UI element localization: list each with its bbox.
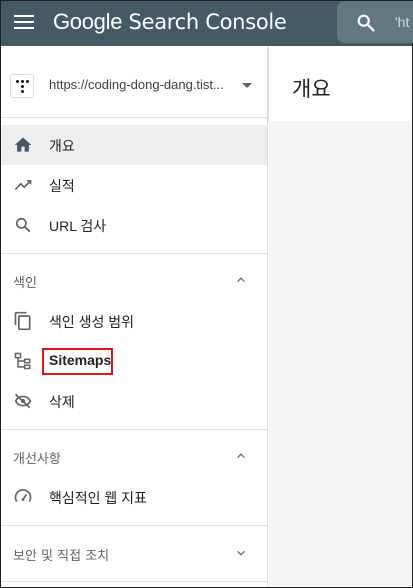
sitemaps-highlight-annotation	[42, 348, 113, 375]
main-content: 개요	[269, 46, 412, 587]
sidebar-item-core-web-vitals[interactable]: 핵심적인 웹 지표	[1, 477, 267, 517]
chevron-up-icon[interactable]	[234, 449, 248, 463]
speed-gauge-icon	[14, 489, 32, 503]
sidebar-item-performance[interactable]: 실적	[1, 165, 267, 205]
brand-google: Google	[53, 9, 123, 34]
app-logo[interactable]: Google Search Console	[53, 8, 287, 36]
property-favicon	[10, 74, 34, 98]
divider	[1, 253, 267, 254]
sitemap-icon	[14, 352, 31, 370]
section-enhancements-header[interactable]: 개선사항	[1, 436, 267, 476]
sidebar-item-label: URL 검사	[49, 218, 107, 234]
page-body	[269, 121, 412, 587]
sidebar-item-removals[interactable]: 삭제	[1, 381, 267, 421]
page-header: 개요	[269, 46, 412, 121]
sidebar: https://coding-dong-dang.tist... 개요 실적 U…	[1, 46, 268, 587]
property-selector[interactable]: https://coding-dong-dang.tist...	[1, 46, 267, 118]
menu-icon[interactable]	[14, 14, 34, 30]
home-icon	[14, 137, 32, 152]
sidebar-item-sitemaps[interactable]: Sitemaps	[1, 341, 267, 381]
section-title: 개선사항	[13, 452, 61, 467]
section-security-header[interactable]: 보안 및 직접 조치	[1, 533, 267, 573]
search-box[interactable]: 'ht	[337, 1, 413, 43]
top-app-bar: Google Search Console 'ht	[1, 1, 413, 46]
property-url: https://coding-dong-dang.tist...	[49, 77, 224, 92]
sidebar-item-label: 핵심적인 웹 지표	[49, 490, 147, 506]
divider	[1, 581, 267, 582]
chevron-down-icon[interactable]	[234, 546, 248, 560]
brand-product: Search Console	[128, 10, 287, 34]
search-icon	[15, 217, 31, 233]
page-title: 개요	[292, 77, 331, 101]
section-index-header[interactable]: 색인	[1, 260, 267, 300]
visibility-off-icon	[14, 393, 32, 409]
search-input-text[interactable]: 'ht	[395, 14, 409, 30]
sidebar-item-label: 색인 생성 범위	[49, 314, 135, 330]
sidebar-item-overview[interactable]: 개요	[1, 125, 267, 165]
sidebar-item-coverage[interactable]: 색인 생성 범위	[1, 301, 267, 341]
sidebar-item-label: 삭제	[49, 394, 75, 410]
sidebar-item-url-inspection[interactable]: URL 검사	[1, 205, 267, 245]
caret-down-icon[interactable]	[242, 83, 252, 88]
copy-icon	[14, 311, 31, 331]
search-icon[interactable]	[355, 12, 377, 34]
section-title: 보안 및 직접 조치	[13, 549, 110, 564]
sidebar-item-label: 실적	[49, 178, 75, 194]
trending-up-icon	[14, 180, 32, 190]
sidebar-item-label: 개요	[49, 138, 75, 154]
divider	[1, 525, 267, 526]
divider	[1, 429, 267, 430]
chevron-up-icon[interactable]	[234, 273, 248, 287]
section-title: 색인	[13, 276, 37, 291]
